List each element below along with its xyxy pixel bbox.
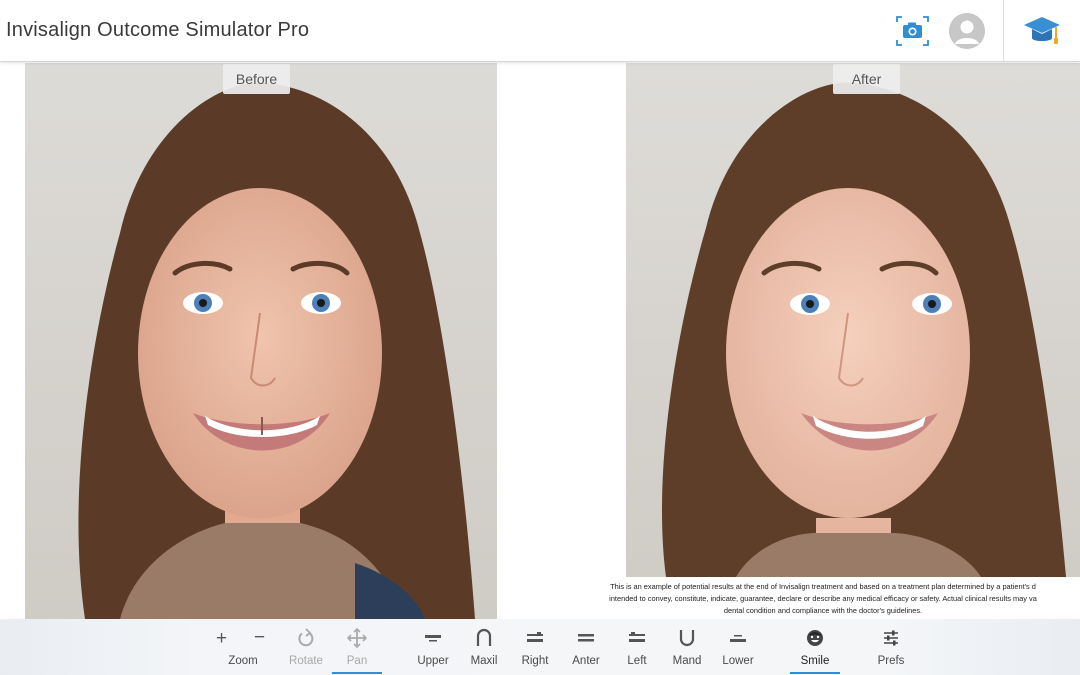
left-label: Left: [627, 655, 647, 667]
lower-label: Lower: [722, 655, 754, 667]
pan-button[interactable]: Pan: [332, 619, 382, 675]
right-label: Right: [521, 655, 549, 667]
disclaimer-line: This is an example of potential results …: [610, 582, 1036, 591]
left-view-icon: [629, 632, 645, 642]
before-label: Before: [223, 64, 290, 94]
upper-arch-icon: [425, 635, 441, 642]
lower-arch-icon: [730, 635, 746, 642]
sliders-icon: [884, 630, 898, 646]
smile-button[interactable]: Smile: [790, 619, 840, 675]
upper-label: Upper: [417, 655, 449, 667]
disclaimer-text: This is an example of potential results …: [566, 581, 1080, 617]
maxil-button[interactable]: Maxil: [462, 619, 506, 675]
user-avatar-icon[interactable]: [949, 13, 985, 49]
pan-arrows-icon: [346, 627, 368, 649]
zoom-in-button[interactable]: +: [216, 628, 227, 650]
smile-face-icon: [807, 630, 823, 646]
before-photo[interactable]: [25, 63, 497, 619]
disclaimer-line: dental condition and compliance with the…: [723, 606, 923, 615]
after-photo[interactable]: [626, 63, 1080, 577]
prefs-label: Prefs: [877, 655, 905, 667]
anterior-view-icon: [578, 634, 594, 642]
rotate-label: Rotate: [289, 655, 323, 667]
app-title: Invisalign Outcome Simulator Pro: [6, 19, 310, 41]
lower-button[interactable]: Lower: [715, 619, 761, 675]
mandibular-arch-icon: [679, 630, 695, 647]
graduation-cap-icon[interactable]: [1022, 13, 1062, 49]
zoom-label: Zoom: [228, 655, 258, 667]
smile-label: Smile: [800, 655, 830, 667]
camera-icon[interactable]: [895, 15, 930, 47]
header-divider: [1003, 0, 1004, 62]
maxil-label: Maxil: [470, 655, 498, 667]
pan-active-underline: [332, 672, 382, 674]
zoom-out-button[interactable]: −: [254, 627, 265, 649]
zoom-tool: + − Zoom: [208, 619, 278, 675]
rotate-button[interactable]: Rotate: [282, 619, 330, 675]
smile-active-underline: [790, 672, 840, 674]
prefs-button[interactable]: Prefs: [866, 619, 916, 675]
pan-label: Pan: [346, 655, 368, 667]
left-button[interactable]: Left: [614, 619, 660, 675]
app-header: Invisalign Outcome Simulator Pro: [0, 0, 1080, 62]
anter-label: Anter: [572, 655, 600, 667]
mand-button[interactable]: Mand: [664, 619, 710, 675]
right-view-icon: [527, 632, 543, 642]
bottom-toolbar: + − Zoom Rotate Pan Upper Maxil Right An…: [0, 619, 1080, 675]
anter-button[interactable]: Anter: [563, 619, 609, 675]
disclaimer-line: intended to convey, constitute, indicate…: [609, 594, 1037, 603]
after-label: After: [833, 64, 900, 94]
mand-label: Mand: [672, 655, 702, 667]
rotate-icon: [298, 628, 314, 647]
right-button[interactable]: Right: [512, 619, 558, 675]
upper-button[interactable]: Upper: [410, 619, 456, 675]
maxillary-arch-icon: [476, 628, 492, 646]
